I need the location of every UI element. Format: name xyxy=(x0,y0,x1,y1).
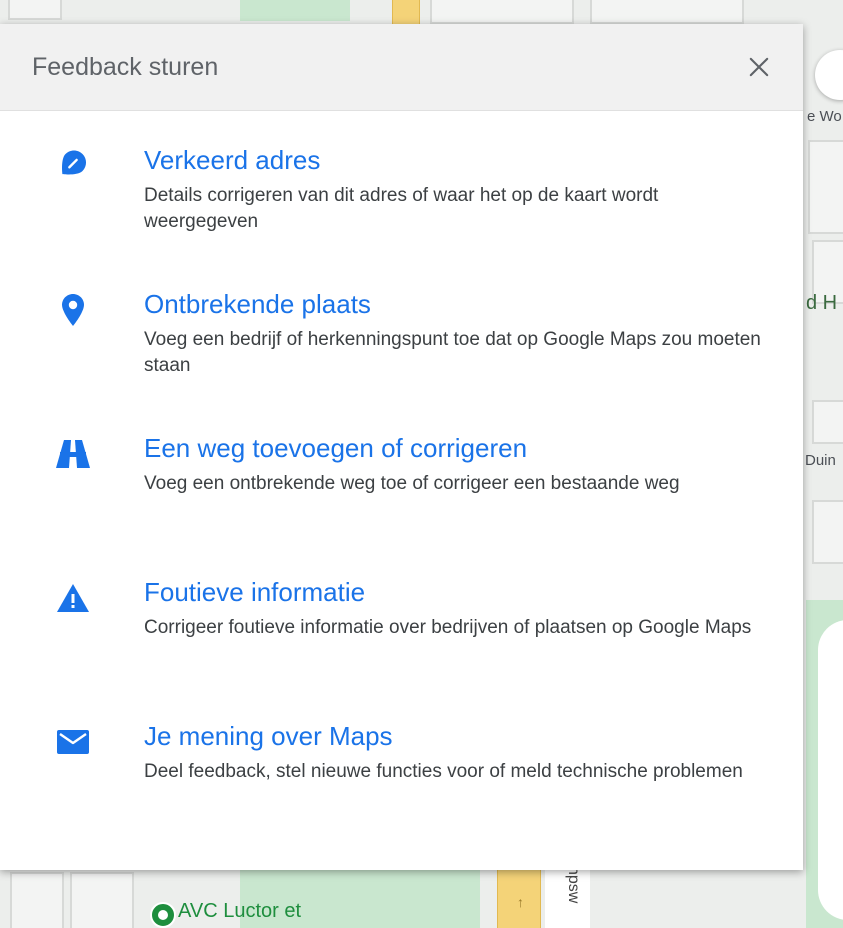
map-label: e Wo xyxy=(807,108,842,125)
close-icon xyxy=(749,57,769,77)
dialog-header: Feedback sturen xyxy=(0,24,803,111)
map-label: Duin xyxy=(805,452,836,469)
option-description: Corrigeer foutieve informatie over bedri… xyxy=(144,617,752,638)
option-title: Foutieve informatie xyxy=(144,577,366,607)
option-wrong-info[interactable]: Foutieve informatie Corrigeer foutieve i… xyxy=(0,575,803,719)
warning-icon xyxy=(50,581,96,615)
option-missing-place[interactable]: Ontbrekende plaats Voeg een bedrijf of h… xyxy=(0,287,803,431)
mail-icon xyxy=(50,725,96,759)
option-add-road[interactable]: Een weg toevoegen of corrigeren Voeg een… xyxy=(0,431,803,575)
map-building xyxy=(10,872,64,928)
option-wrong-address[interactable]: Verkeerd adres Details corrigeren van di… xyxy=(0,143,803,287)
option-title: Je mening over Maps xyxy=(144,721,393,751)
map-building xyxy=(590,0,744,24)
place-pin-icon xyxy=(50,293,96,327)
option-description: Deel feedback, stel nieuwe functies voor… xyxy=(144,761,743,782)
pin-edit-icon xyxy=(50,149,96,183)
map-building xyxy=(70,872,134,928)
map-control-button[interactable] xyxy=(815,50,843,100)
map-building xyxy=(430,0,574,24)
poi-label[interactable]: AVC Luctor et xyxy=(178,900,301,923)
map-building xyxy=(808,140,843,234)
map-park xyxy=(240,0,350,21)
street-label: npsw xyxy=(565,866,582,904)
close-button[interactable] xyxy=(739,47,779,87)
option-title: Verkeerd adres xyxy=(144,145,321,175)
feedback-dialog: Feedback sturen Verkeerd adres Details c… xyxy=(0,24,803,870)
feedback-options-list: Verkeerd adres Details corrigeren van di… xyxy=(0,111,803,863)
one-way-arrow-icon: ↑ xyxy=(517,894,524,910)
map-building xyxy=(812,500,843,564)
option-title: Een weg toevoegen of corrigeren xyxy=(144,433,528,463)
poi-marker-icon[interactable] xyxy=(150,902,176,928)
option-description: Voeg een bedrijf of herkenningspunt toe … xyxy=(144,329,761,376)
map-building xyxy=(812,400,843,444)
option-description: Details corrigeren van dit adres of waar… xyxy=(144,185,659,232)
option-description: Voeg een ontbrekende weg toe of corrigee… xyxy=(144,473,680,494)
option-title: Ontbrekende plaats xyxy=(144,289,371,319)
road-icon xyxy=(50,437,96,471)
map-label: d H xyxy=(806,292,838,314)
map-building xyxy=(8,0,62,20)
option-opinion[interactable]: Je mening over Maps Deel feedback, stel … xyxy=(0,719,803,863)
map-road xyxy=(818,620,843,920)
dialog-title: Feedback sturen xyxy=(32,52,219,81)
